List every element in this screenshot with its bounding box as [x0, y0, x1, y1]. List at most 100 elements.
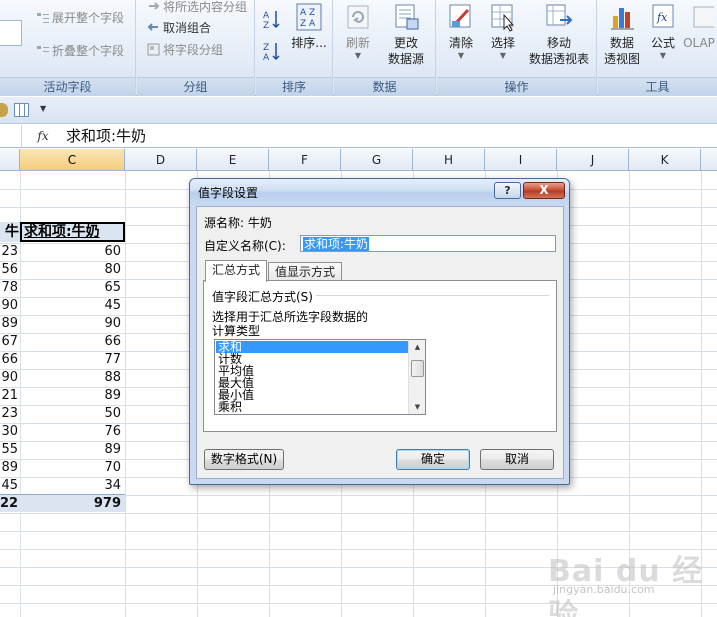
- ungroup-button[interactable]: 取消组合: [147, 18, 211, 38]
- column-header-i[interactable]: I: [485, 149, 557, 171]
- row-label[interactable]: 21: [0, 387, 18, 405]
- grand-total-value[interactable]: 979: [20, 495, 121, 513]
- help-button[interactable]: ?: [494, 182, 521, 199]
- customize-toolbar-icon[interactable]: ▼: [40, 102, 50, 116]
- svg-text:A: A: [263, 11, 270, 21]
- row-value[interactable]: 34: [20, 477, 121, 495]
- row-value[interactable]: 89: [20, 441, 121, 459]
- row-value[interactable]: 76: [20, 423, 121, 441]
- row-value[interactable]: 60: [20, 243, 121, 261]
- refresh-button[interactable]: 刷新 ▼: [338, 2, 378, 61]
- insert-function-icon[interactable]: fx: [28, 126, 58, 146]
- sort-group-label: 排序: [256, 77, 332, 96]
- refresh-icon: [343, 2, 373, 32]
- row-label[interactable]: 89: [0, 315, 18, 333]
- row-label[interactable]: 90: [0, 369, 18, 387]
- sort-button[interactable]: A ZZ A 排序...: [286, 2, 332, 51]
- clear-button[interactable]: 清除 ▼: [443, 2, 479, 61]
- ungroup-icon: [147, 20, 160, 33]
- row-value[interactable]: 89: [20, 387, 121, 405]
- data-group: 刷新 ▼ 更改 数据源 数据: [334, 0, 436, 96]
- row-value[interactable]: 90: [20, 315, 121, 333]
- table-format-icon[interactable]: [14, 103, 29, 117]
- cancel-button[interactable]: 取消: [480, 449, 554, 470]
- group-group-label: 分组: [137, 77, 254, 96]
- expand-field-button[interactable]: 展开整个字段: [36, 8, 124, 28]
- column-header-k[interactable]: K: [629, 149, 701, 171]
- dialog-titlebar[interactable]: 值字段设置 ? X: [190, 179, 569, 204]
- move-pivot-button[interactable]: 移动 数据透视表: [525, 2, 593, 67]
- column-header-b[interactable]: [0, 149, 20, 171]
- group-field-button[interactable]: 将字段分组: [147, 40, 223, 60]
- active-field-input[interactable]: [0, 20, 22, 46]
- formula-input[interactable]: 求和项:牛奶: [66, 126, 146, 146]
- sort-group: AZ ZA A ZZ A 排序... 排序: [256, 0, 333, 96]
- row-label[interactable]: 78: [0, 279, 18, 297]
- column-header-l[interactable]: [701, 149, 717, 171]
- column-header-f[interactable]: F: [269, 149, 341, 171]
- list-item-min[interactable]: 最小值: [216, 389, 409, 401]
- row-label[interactable]: 67: [0, 333, 18, 351]
- name-box-edge[interactable]: [0, 125, 22, 147]
- row-label[interactable]: 55: [0, 441, 18, 459]
- row-label[interactable]: 23: [0, 405, 18, 423]
- function-listbox[interactable]: 求和 计数 平均值 最大值 最小值 乘积 ▲ ▼: [214, 339, 426, 415]
- list-item-sum[interactable]: 求和: [216, 341, 409, 353]
- row-value[interactable]: 80: [20, 261, 121, 279]
- tab-summarize-by[interactable]: 汇总方式: [205, 260, 267, 282]
- row-label[interactable]: 90: [0, 297, 18, 315]
- dialog-title: 值字段设置: [198, 186, 259, 200]
- change-source-button[interactable]: 更改 数据源: [378, 2, 434, 67]
- row-label[interactable]: 89: [0, 459, 18, 477]
- row-value[interactable]: 50: [20, 405, 121, 423]
- row-value[interactable]: 65: [20, 279, 121, 297]
- column-header-g[interactable]: G: [341, 149, 413, 171]
- select-button[interactable]: 选择 ▼: [483, 2, 523, 61]
- row-value[interactable]: 45: [20, 297, 121, 315]
- group-group: 将所选内容分组 取消组合 将字段分组 分组: [137, 0, 255, 96]
- row-value[interactable]: 66: [20, 333, 121, 351]
- tools-group-label: 工具: [598, 77, 717, 96]
- row-label[interactable]: 45: [0, 477, 18, 495]
- grand-total-label[interactable]: 22: [0, 495, 18, 513]
- column-header-d[interactable]: D: [125, 149, 197, 171]
- olap-button[interactable]: OLAP: [682, 2, 716, 51]
- scroll-up-icon[interactable]: ▲: [410, 340, 425, 354]
- move-pivot-icon: [544, 2, 574, 32]
- sort-desc-button[interactable]: ZA: [263, 40, 281, 63]
- close-button[interactable]: X: [523, 182, 565, 199]
- custom-name-value: 求和项:牛奶: [303, 237, 370, 251]
- row-label[interactable]: 23: [0, 243, 18, 261]
- row-value[interactable]: 70: [20, 459, 121, 477]
- print-preview-icon[interactable]: [0, 103, 8, 117]
- pivot-header-cell-selected[interactable]: 求和项:牛奶: [20, 222, 125, 242]
- row-value[interactable]: 77: [20, 351, 121, 369]
- tab-show-values-as[interactable]: 值显示方式: [268, 262, 342, 282]
- row-label[interactable]: 56: [0, 261, 18, 279]
- group-selection-button[interactable]: 将所选内容分组: [147, 0, 247, 17]
- collapse-field-button[interactable]: 折叠整个字段: [36, 41, 124, 61]
- formula-bar: fx 求和项:牛奶: [0, 125, 717, 148]
- column-header-e[interactable]: E: [197, 149, 269, 171]
- description-line-2: 计算类型: [212, 324, 261, 338]
- row-label[interactable]: 66: [0, 351, 18, 369]
- scroll-down-icon[interactable]: ▼: [410, 400, 425, 414]
- row-value[interactable]: 88: [20, 369, 121, 387]
- custom-name-input[interactable]: 求和项:牛奶: [300, 235, 556, 252]
- svg-text:A Z: A Z: [300, 8, 315, 18]
- list-item-product[interactable]: 乘积: [216, 401, 409, 413]
- column-header-c[interactable]: C: [20, 149, 125, 171]
- column-header-j[interactable]: J: [557, 149, 629, 171]
- formula-button[interactable]: fx 公式 ▼: [646, 2, 680, 61]
- sort-asc-button[interactable]: AZ: [263, 8, 281, 31]
- ok-button[interactable]: 确定: [396, 449, 470, 470]
- number-format-button[interactable]: 数字格式(N): [204, 449, 284, 470]
- column-header-h[interactable]: H: [413, 149, 485, 171]
- row-label[interactable]: 30: [0, 423, 18, 441]
- watermark-logo: Bai du 经验: [548, 554, 704, 617]
- listbox-scrollbar[interactable]: ▲ ▼: [408, 340, 425, 414]
- pivot-header-left[interactable]: 牛: [0, 222, 20, 242]
- pivot-chart-button[interactable]: 数据 透视图: [600, 2, 644, 67]
- scroll-thumb[interactable]: [411, 360, 424, 377]
- svg-text:Z: Z: [263, 43, 269, 53]
